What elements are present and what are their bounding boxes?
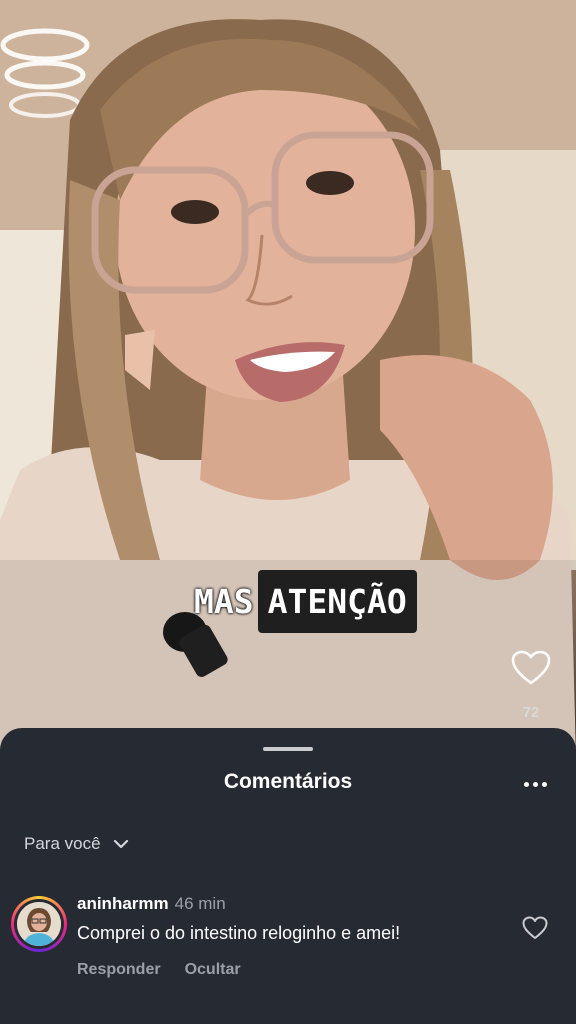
caption-word: MAS (194, 581, 254, 621)
heart-outline-icon[interactable] (522, 916, 548, 940)
avatar (17, 902, 61, 946)
caption-word-highlighted: ATENÇÃO (257, 569, 417, 633)
heart-outline-icon[interactable] (511, 650, 551, 686)
video-caption: MAS ATENÇÃO (192, 568, 417, 634)
more-horizontal-icon (523, 781, 529, 787)
avatar-border (14, 899, 64, 949)
video-frame (0, 0, 576, 760)
sheet-drag-handle[interactable] (263, 747, 313, 751)
reel-screen: MAS ATENÇÃO 72 Comentários Para você ani… (0, 0, 576, 1024)
chevron-down-icon (113, 839, 128, 849)
comment-time: 46 min (174, 894, 226, 913)
comment-filter-dropdown[interactable]: Para você (24, 834, 129, 854)
video-player[interactable]: MAS ATENÇÃO 72 (0, 0, 576, 760)
username-text[interactable]: aninharmm (77, 894, 169, 913)
comment-username[interactable]: aninharmm 46 min (77, 894, 226, 914)
reply-button[interactable]: Responder (77, 961, 161, 979)
comment-actions: Responder Ocultar (77, 961, 241, 979)
more-dot (541, 781, 547, 787)
more-options-button[interactable] (518, 772, 552, 796)
comment-text: Comprei o do intestino reloginho e amei! (77, 923, 401, 943)
hide-button[interactable]: Ocultar (185, 961, 241, 979)
filter-label: Para você (24, 834, 101, 853)
more-dot (532, 781, 538, 787)
video-like[interactable]: 72 (508, 650, 554, 721)
story-ring[interactable] (11, 896, 67, 952)
like-count: 72 (522, 704, 540, 721)
sheet-title: Comentários (223, 770, 353, 793)
comment-item: aninharmm 46 min Comprei o do intestino r… (0, 894, 576, 994)
avatar-image (17, 902, 61, 946)
comments-sheet: Comentários Para você aninharmm 46 min C… (0, 728, 576, 1024)
